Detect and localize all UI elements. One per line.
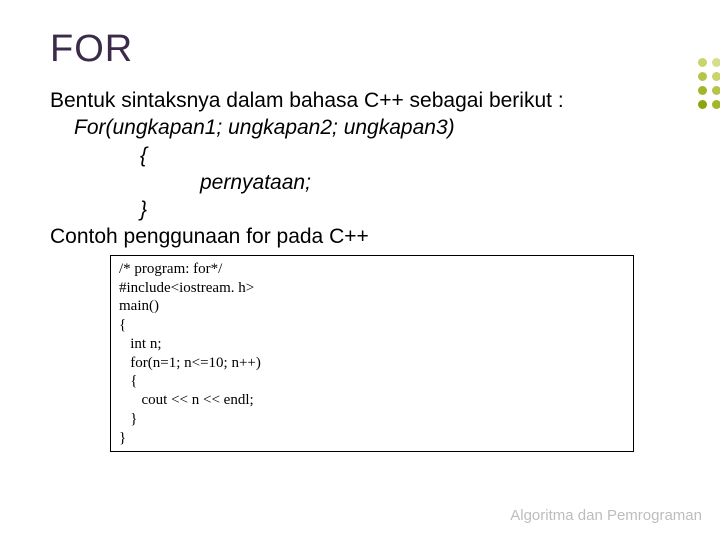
intro-text: Bentuk sintaksnya dalam bahasa C++ sebag…: [50, 87, 670, 114]
code-line: /* program: for*/: [119, 260, 625, 279]
example-heading: Contoh penggunaan for pada C++: [50, 223, 670, 250]
code-line: int n;: [119, 335, 625, 354]
code-line: {: [119, 372, 625, 391]
code-line: cout << n << endl;: [119, 391, 625, 410]
dot-icon: [712, 86, 720, 95]
code-line: for(n=1; n<=10; n++): [119, 354, 625, 373]
dot-icon: [712, 100, 720, 109]
syntax-close-brace: }: [140, 196, 670, 223]
code-box: /* program: for*/ #include<iostream. h> …: [110, 255, 634, 453]
syntax-open-brace: {: [140, 142, 670, 169]
code-line: {: [119, 316, 625, 335]
syntax-statement: pernyataan;: [200, 169, 670, 196]
syntax-for-line: For(ungkapan1; ungkapan2; ungkapan3): [74, 114, 670, 141]
code-line: main(): [119, 297, 625, 316]
slide: FOR Bentuk sintaksnya dalam bahasa C++ s…: [0, 0, 720, 540]
dot-icon: [712, 72, 720, 81]
footer-text: Algoritma dan Pemrograman: [510, 507, 702, 524]
dot-icon: [698, 86, 707, 95]
code-line: }: [119, 410, 625, 429]
body-text: Bentuk sintaksnya dalam bahasa C++ sebag…: [50, 87, 670, 251]
dot-icon: [698, 72, 707, 81]
page-title: FOR: [50, 28, 670, 71]
code-line: }: [119, 429, 625, 448]
dot-icon: [712, 58, 720, 67]
dot-icon: [698, 58, 707, 67]
dot-icon: [698, 100, 707, 109]
code-line: #include<iostream. h>: [119, 279, 625, 298]
